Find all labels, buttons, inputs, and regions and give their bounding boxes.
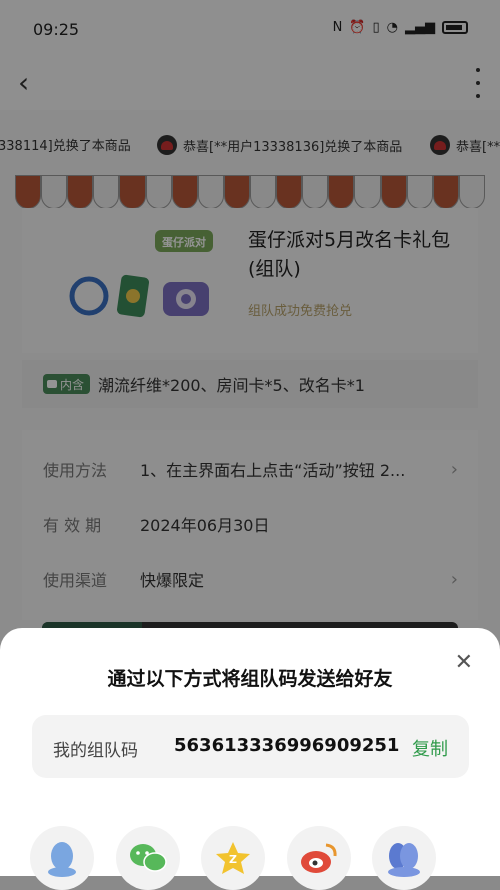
team-code-value: 563613336996909251 (174, 735, 400, 756)
svg-text:Z: Z (229, 853, 237, 866)
close-icon[interactable]: ✕ (455, 652, 473, 674)
wechat-icon[interactable] (116, 826, 180, 890)
qzone-icon[interactable]: Z (201, 826, 265, 890)
team-code-box: 我的组队码 563613336996909251 复制 (32, 715, 469, 778)
share-targets: Z (0, 826, 500, 890)
share-sheet: 通过以下方式将组队码发送给好友 ✕ 我的组队码 5636133369969092… (0, 628, 500, 890)
qq-friends-icon[interactable] (372, 826, 436, 890)
copy-button[interactable]: 复制 (412, 735, 448, 761)
share-sheet-title: 通过以下方式将组队码发送给好友 (107, 668, 393, 690)
weibo-icon[interactable] (287, 826, 351, 890)
team-code-label: 我的组队码 (53, 741, 138, 761)
qq-icon[interactable] (30, 826, 94, 890)
